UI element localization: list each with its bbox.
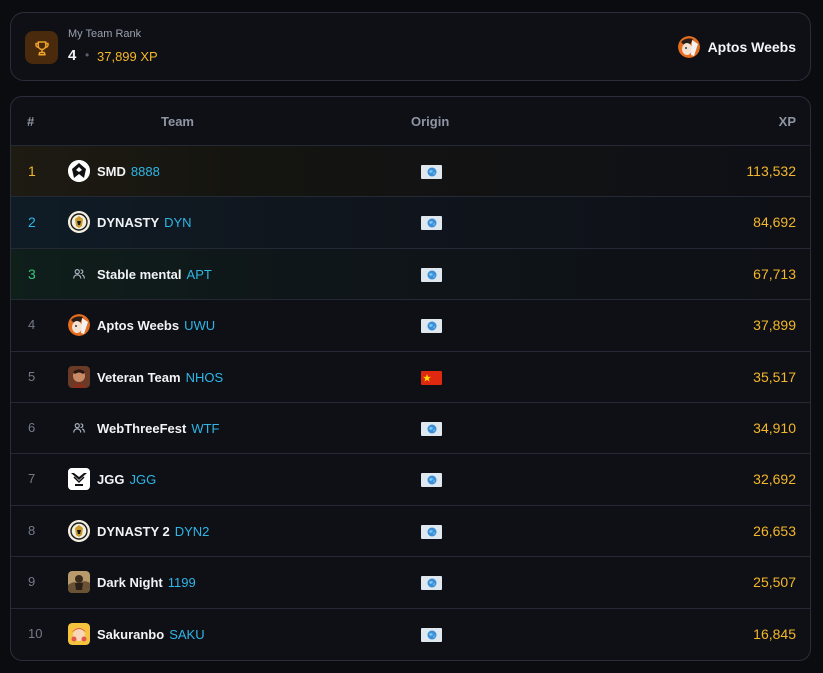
globe-flag-icon [421,524,442,539]
trophy-icon [25,31,58,64]
table-row[interactable]: 8 DYNASTY 2 DYN2 26,653 [11,506,810,558]
team-tag: UWU [184,318,216,334]
my-team-link[interactable]: Aptos Weebs [677,36,796,58]
rank-cell: 6 [28,419,36,435]
my-team-xp: 37,899 XP [97,49,158,64]
globe-flag-icon [421,319,442,334]
team-tag: 8888 [130,164,160,179]
team-tag: JGG [129,472,157,488]
xp-cell: 37,899 [753,317,796,334]
rank-cell: 3 [28,265,36,282]
xp-cell: 25,507 [753,574,796,591]
my-team-rank-label: My Team Rank [68,28,142,40]
dynasty-logo-icon [68,211,90,234]
users-icon [68,263,90,285]
globe-flag-icon [421,165,442,179]
team-tag: DYN [164,215,192,231]
team-name[interactable]: WebThreeFest [97,421,186,436]
xp-cell: 84,692 [753,214,796,231]
team-column-header[interactable]: Team [161,114,194,129]
rank-cell: 4 [28,317,36,333]
rank-cell: 7 [28,471,36,487]
team-tag: APT [186,266,212,282]
table-row[interactable]: 7 JGG JGG 32,692 [11,454,810,506]
team-name[interactable]: Aptos Weebs [97,318,179,333]
table-row[interactable]: 5 Veteran Team NHOS 35,517 [11,352,810,403]
rank-column-header[interactable]: # [27,114,34,129]
users-icon [68,417,90,439]
xp-cell: 35,517 [753,368,796,385]
xp-column-header[interactable]: XP [779,114,796,129]
table-row[interactable]: 4 Aptos Weebs UWU 37,899 [11,300,810,352]
table-row[interactable]: 1 SMD 8888 113,532 [11,146,810,198]
team-name[interactable]: SMD [97,164,126,179]
team-name[interactable]: DYNASTY 2 [97,524,170,539]
team-name[interactable]: Stable mental [97,267,182,282]
rank-cell: 9 [28,574,36,590]
rank-cell: 5 [28,368,36,384]
team-tag: DYN2 [174,523,210,539]
team-name[interactable]: Sakuranbo [97,627,164,642]
team-tag: SAKU [169,626,205,642]
table-header: # Team Origin XP [11,97,810,146]
rank-cell: 8 [28,522,36,538]
team-leaderboard-table: # Team Origin XP 1 SMD 8888 113,532 2 DYN… [10,96,811,661]
anime-avatar-icon [677,36,700,58]
xp-cell: 16,845 [753,625,796,642]
table-row[interactable]: 2 DYNASTY DYN 84,692 [11,197,810,249]
sakuranbo-avatar-icon [68,622,90,645]
smd-logo-icon [68,160,90,182]
rank-cell: 2 [28,214,36,231]
dynasty-logo-icon [68,519,90,542]
globe-flag-icon [421,473,442,488]
dark-night-avatar-icon [68,571,90,594]
xp-cell: 32,692 [753,471,796,488]
my-team-rank-card: My Team Rank 4 • 37,899 XP Aptos Weebs [10,12,811,81]
team-name[interactable]: Veteran Team [97,370,181,385]
globe-flag-icon [421,576,442,591]
globe-flag-icon [421,216,442,231]
rank-cell: 1 [28,163,36,179]
veteran-avatar-icon [68,365,90,388]
globe-flag-icon [421,627,442,642]
xp-cell: 26,653 [753,522,796,539]
xp-cell: 113,532 [746,163,796,179]
table-row[interactable]: 3 Stable mental APT 67,713 [11,248,810,301]
team-tag: WTF [191,420,220,436]
table-row[interactable]: 10 Sakuranbo SAKU 16,845 [11,609,810,660]
team-name[interactable]: Dark Night [97,575,163,590]
team-name[interactable]: JGG [97,472,124,487]
table-row[interactable]: 6 WebThreeFest WTF 34,910 [11,403,810,455]
team-tag: NHOS [185,369,224,385]
rank-cell: 10 [28,625,43,641]
china-flag-icon [421,370,442,385]
my-team-name: Aptos Weebs [707,39,796,55]
anime-avatar-icon [68,314,90,337]
team-name[interactable]: DYNASTY [97,215,159,230]
globe-flag-icon [421,421,442,436]
team-tag: 1199 [167,575,196,591]
my-team-rank-number: 4 [68,47,77,64]
xp-cell: 34,910 [753,419,796,436]
table-row[interactable]: 9 Dark Night 1199 25,507 [11,557,810,609]
globe-flag-icon [421,267,442,282]
jgg-logo-icon [68,468,90,491]
origin-column-header[interactable]: Origin [411,114,449,129]
xp-cell: 67,713 [753,265,796,282]
separator-dot: • [85,48,90,62]
